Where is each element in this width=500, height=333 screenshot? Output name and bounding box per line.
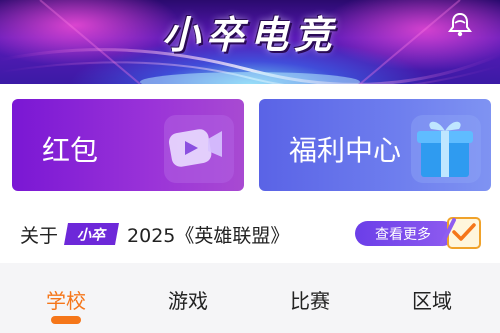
tab-games[interactable]: 游戏	[143, 285, 233, 314]
brand-logo: 小卒	[64, 223, 120, 245]
video-play-icon	[160, 107, 238, 185]
welfare-center-label: 福利中心	[289, 134, 402, 167]
about-prefix: 关于	[20, 224, 59, 247]
brand-logo-text: 小卒	[77, 227, 107, 244]
tab-school[interactable]: 学校	[21, 285, 111, 314]
bell-icon[interactable]	[446, 10, 474, 38]
red-packet-tile[interactable]: 红包	[12, 99, 244, 191]
tab-matches[interactable]: 比赛	[265, 285, 355, 314]
check-note-icon	[440, 214, 486, 252]
banner-title: 小卒电竞	[161, 13, 338, 57]
active-tab-indicator	[51, 316, 81, 324]
red-packet-label: 红包	[42, 134, 99, 167]
view-more-label: 查看更多	[375, 226, 431, 243]
about-row: 关于 小卒 2025《英雄联盟》	[20, 219, 289, 249]
tab-region[interactable]: 区域	[387, 285, 477, 314]
category-tabs: 学校 游戏 比赛 区域	[0, 263, 500, 333]
content-card: 红包 福利中心 关于 小卒 2025《英雄联盟》 查看更多 学校 游戏 比赛 区…	[0, 84, 500, 333]
gift-box-icon	[407, 107, 485, 185]
welfare-center-tile[interactable]: 福利中心	[259, 99, 491, 191]
app-screen: 小卒电竞 红包 福利中心 关于 小卒 2025《英雄联盟》 查看更多 学校 游戏…	[0, 0, 500, 333]
event-title: 2025《英雄联盟》	[127, 224, 290, 247]
header-banner: 小卒电竞	[0, 0, 500, 84]
